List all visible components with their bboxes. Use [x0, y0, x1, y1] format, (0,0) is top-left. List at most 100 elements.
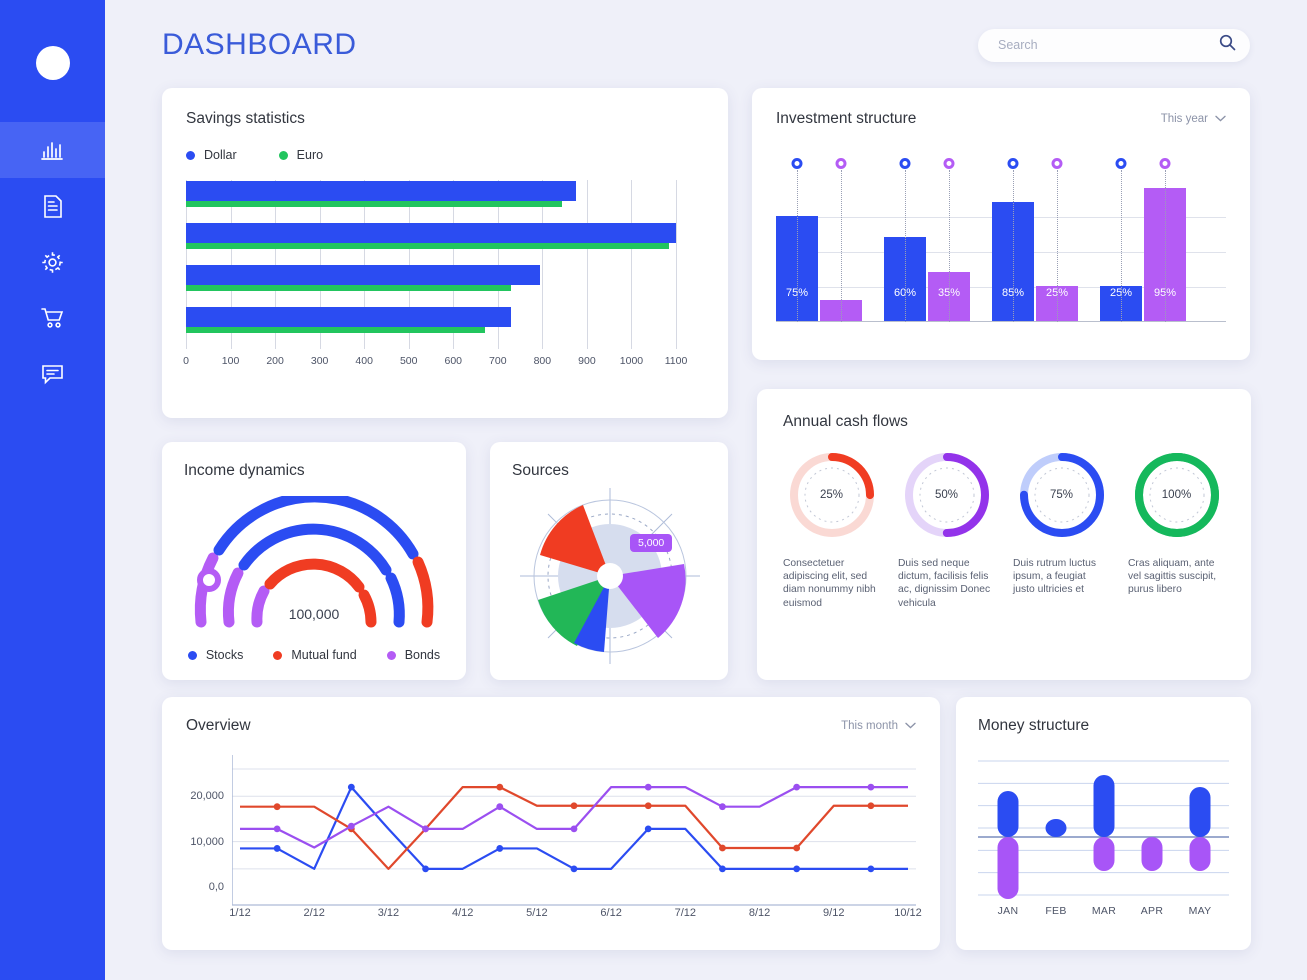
bar-marker[interactable]: [1007, 158, 1019, 169]
sidebar-item-settings[interactable]: [0, 234, 105, 290]
chat-bubble-icon: [40, 362, 65, 386]
donut-chart: 25%: [786, 449, 878, 541]
bar-dollar: [186, 181, 576, 201]
shopping-cart-icon: [40, 306, 66, 330]
x-tick-label: 7/12: [674, 907, 697, 919]
x-tick-label: 600: [444, 355, 463, 367]
main-content: DASHBOARD Savings statistics Dollar: [105, 0, 1307, 980]
legend-item-bonds: Bonds: [386, 648, 441, 662]
cash-flow-description: Duis rutrum luctus ipsum, a feugiat just…: [1013, 558, 1096, 596]
chevron-down-icon: [905, 720, 916, 732]
legend-label-bonds: Bonds: [404, 648, 441, 662]
sidebar-item-shop[interactable]: [0, 290, 105, 346]
legend-dot-mutual-fund: [273, 650, 283, 660]
x-tick-label: 3/12: [377, 907, 400, 919]
y-tick-label: 0,0: [208, 881, 224, 893]
bar-marker[interactable]: [943, 158, 955, 169]
x-tick-label: 900: [578, 355, 596, 367]
investment-plot: 75% 15% 60% 35% 85% 25% 25% 95%: [776, 154, 1226, 322]
money-bars: [978, 760, 1229, 899]
x-tick-label: 2/12: [303, 907, 325, 919]
x-tick-label: APR: [1140, 905, 1164, 917]
avatar[interactable]: [35, 46, 70, 80]
bar-euro: [186, 327, 486, 333]
bar-marker[interactable]: [1051, 158, 1063, 169]
period-selector-investment[interactable]: This year: [1161, 113, 1226, 125]
y-tick-label: 10,000: [190, 835, 224, 848]
bar-group: [186, 223, 704, 249]
search-input[interactable]: [998, 38, 1219, 52]
x-tick-label: 1/12: [229, 907, 251, 919]
bar-marker[interactable]: [835, 158, 847, 169]
overview-plot: 0,0 10,000 20,000 1/12 2/12 3/12 4/12 5/12 6/12…: [186, 755, 922, 925]
cash-flow-description: Consectetuer adipiscing elit, sed diam n…: [783, 558, 876, 609]
y-tick-label: 20,000: [190, 790, 224, 803]
sidebar-item-analytics[interactable]: [0, 122, 105, 178]
bar-dollar: [186, 223, 676, 243]
investment-structure-card: Investment structure This year 75% 15% 60%…: [752, 88, 1250, 360]
donut-value-label: 50%: [934, 489, 959, 501]
marker-stem: [797, 170, 798, 322]
legend-label-dollar: Dollar: [204, 148, 237, 162]
savings-legend: Dollar Euro: [186, 148, 704, 162]
legend-label-euro: Euro: [296, 148, 324, 162]
x-tick-label: 400: [355, 355, 373, 367]
savings-statistics-card: Savings statistics Dollar Euro 0 100 200 30…: [162, 88, 728, 418]
card-title: Income dynamics: [184, 462, 305, 479]
cash-flow-description: Duis sed neque dictum, facilisis felis a…: [898, 558, 991, 609]
legend-label-mutual-fund: Mutual fund: [291, 648, 357, 662]
bar-marker[interactable]: [1115, 158, 1127, 169]
donut-value-label: 100%: [1161, 489, 1192, 501]
cash-flow-item: 100% Cras aliquam, ante vel sagittis susc…: [1128, 449, 1225, 610]
sources-card: Sources 5,000: [490, 442, 728, 680]
annual-cash-flows-card: Annual cash flows 25% Consectetuer adipis…: [757, 389, 1251, 680]
savings-plot: 0 100 200 300 400 500 600 700 800 900 1000 1100: [183, 180, 704, 375]
period-selector-overview[interactable]: This month: [841, 720, 916, 732]
sidebar-item-messages[interactable]: [0, 346, 105, 402]
x-tick-label: 300: [310, 355, 329, 367]
bar-marker[interactable]: [1159, 158, 1171, 169]
legend-item-mutual-fund: Mutual fund: [273, 648, 357, 662]
card-title: Overview: [186, 717, 251, 734]
search-icon[interactable]: [1219, 34, 1236, 56]
card-title: Annual cash flows: [783, 413, 908, 430]
x-tick-label: 500: [399, 355, 418, 367]
cash-flow-description: Cras aliquam, ante vel sagittis suscipit…: [1128, 558, 1217, 596]
marker-stem: [1165, 170, 1166, 322]
cash-flow-item: 75% Duis rutrum luctus ipsum, a feugiat j…: [1013, 449, 1110, 610]
x-tick-label: 4/12: [451, 907, 474, 919]
bar-marker[interactable]: [791, 158, 803, 169]
overview-y-axis: 0,0 10,000 20,000: [186, 755, 232, 893]
money-x-axis: JAN FEB MAR APR MAY: [978, 905, 1229, 923]
bar-marker[interactable]: [899, 158, 911, 169]
x-tick-label: MAY: [1188, 905, 1212, 917]
page-title: DASHBOARD: [162, 28, 357, 61]
x-tick-label: MAR: [1091, 905, 1117, 917]
marker-stem: [1121, 170, 1122, 322]
marker-stem: [905, 170, 906, 322]
bar-euro: [186, 243, 670, 249]
marker-stem: [949, 170, 950, 322]
x-tick-label: 5/12: [526, 907, 548, 919]
savings-bars: [186, 180, 704, 349]
card-header: Overview This month: [186, 717, 916, 735]
bar-euro: [186, 201, 563, 207]
x-tick-label: 700: [489, 355, 507, 367]
legend-dot-dollar: [186, 150, 195, 160]
donut-chart: 50%: [901, 449, 993, 541]
legend-dot-euro: [278, 150, 288, 160]
card-title: Savings statistics: [186, 110, 305, 127]
card-header: Investment structure This year: [776, 110, 1226, 128]
search-box[interactable]: [978, 28, 1250, 62]
period-label: This month: [841, 720, 898, 732]
sidebar-item-documents[interactable]: [0, 178, 105, 234]
bar-dollar: [186, 265, 541, 285]
x-tick-label: 6/12: [600, 907, 622, 919]
legend-label-stocks: Stocks: [205, 648, 244, 662]
gauge-center-value: 100,000: [288, 606, 340, 622]
x-tick-label: 100: [221, 355, 240, 367]
x-tick-label: 800: [533, 355, 552, 367]
x-tick-label: FEB: [1045, 905, 1067, 917]
x-tick-label: 10/12: [894, 907, 922, 919]
overview-x-axis: 1/12 2/12 3/12 4/12 5/12 6/12 7/12 8/12 9/12 10/1…: [186, 907, 921, 925]
